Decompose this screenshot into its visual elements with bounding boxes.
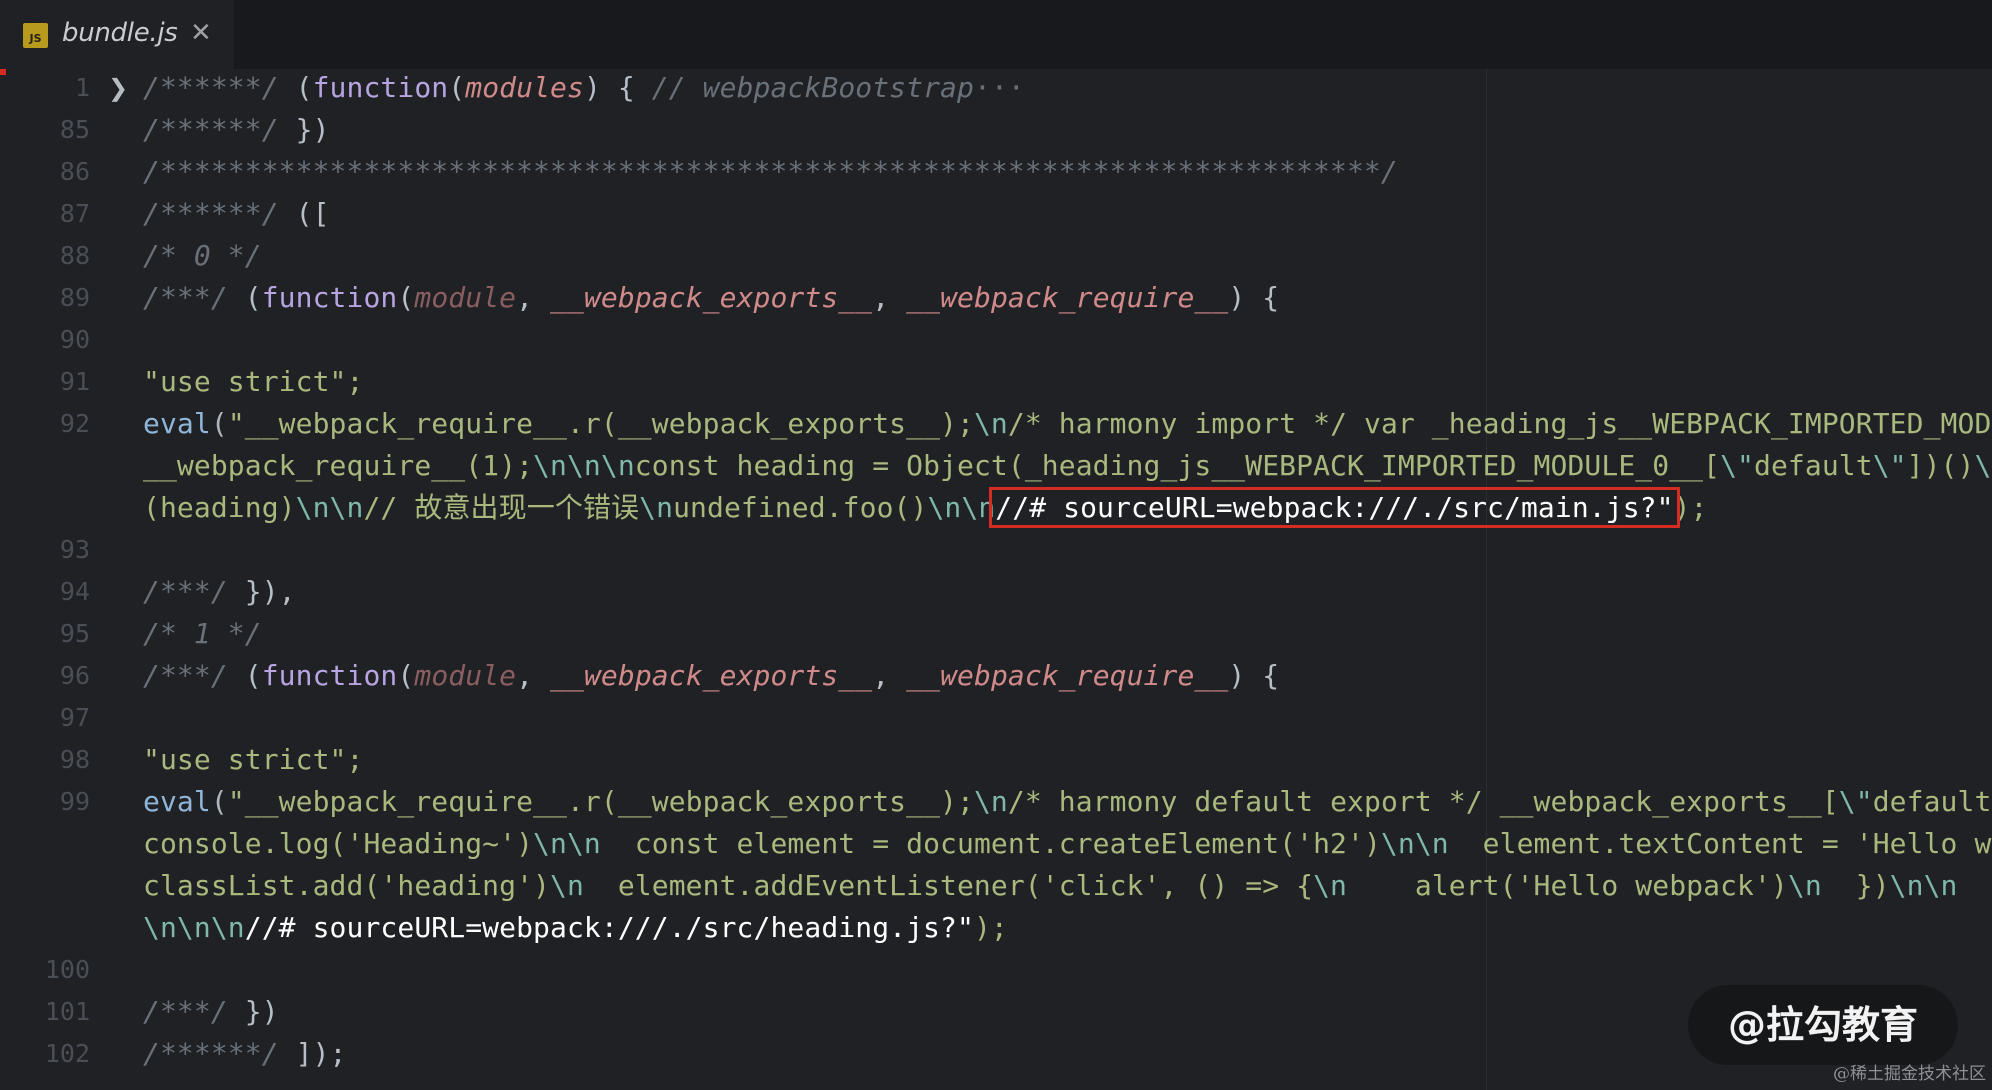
code-text: "use strict"; <box>143 743 364 776</box>
code-text: /***/ (function(module, __webpack_export… <box>143 281 1280 314</box>
line-number: 85 <box>59 115 90 144</box>
watermark-credit: @稀土掘金技术社区 <box>1833 1064 1986 1084</box>
code-line: 87 /******/ ([ <box>0 193 1992 235</box>
line-number: 93 <box>59 535 90 564</box>
code-text: /* 0 */ <box>143 239 262 272</box>
code-text: eval("__webpack_require__.r(__webpack_ex… <box>143 785 1992 818</box>
tab-bar: JS bundle.js ✕ <box>0 0 1992 69</box>
tab-bundle-js[interactable]: JS bundle.js ✕ <box>0 0 234 69</box>
code-text: /******/ (function(modules) { // webpack… <box>143 71 1025 104</box>
code-line: 88 /* 0 */ <box>0 235 1992 277</box>
tab-title: bundle.js <box>62 18 178 48</box>
code-line: 95 /* 1 */ <box>0 613 1992 655</box>
line-number: 95 <box>59 619 90 648</box>
line-number: 91 <box>59 367 90 396</box>
chevron-right-icon[interactable]: ❯ <box>108 75 128 101</box>
code-editor[interactable]: 1 ❯ /******/ (function(modules) { // webpa… <box>0 69 1992 1090</box>
highlight-box-heading-sourceurl <box>0 69 6 75</box>
code-text: eval("__webpack_require__.r(__webpack_ex… <box>143 407 1992 440</box>
line-number: 88 <box>59 241 90 270</box>
code-text: /***/ (function(module, __webpack_export… <box>143 659 1280 692</box>
code-text: classList.add('heading')\n element.addEv… <box>143 869 1992 902</box>
code-text: /* 1 */ <box>143 617 262 650</box>
watermark-brand: @拉勾教育 <box>1688 985 1958 1065</box>
line-number: 87 <box>59 199 90 228</box>
code-line: 96 /***/ (function(module, __webpack_expo… <box>0 655 1992 697</box>
javascript-file-icon: JS <box>23 23 48 48</box>
code-line: 97 <box>0 697 1992 739</box>
line-number: 94 <box>59 577 90 606</box>
close-icon[interactable]: ✕ <box>190 18 212 48</box>
line-number: 1 <box>74 73 90 102</box>
code-text: \n\n\n//# sourceURL=webpack:///./src/hea… <box>143 911 1008 944</box>
code-text: /***************************************… <box>143 155 1398 188</box>
code-line: classList.add('heading')\n element.addEv… <box>0 865 1992 907</box>
code-text: /***/ }) <box>143 995 279 1028</box>
code-line: console.log('Heading~')\n\n const elemen… <box>0 823 1992 865</box>
code-line: 99 eval("__webpack_require__.r(__webpack_… <box>0 781 1992 823</box>
line-number: 89 <box>59 283 90 312</box>
code-text: /***/ }), <box>143 575 296 608</box>
code-line: __webpack_require__(1);\n\n\nconst headi… <box>0 445 1992 487</box>
line-number: 99 <box>59 787 90 816</box>
code-line: 1 ❯ /******/ (function(modules) { // webpa… <box>0 69 1992 109</box>
code-line: 86 /*************************************… <box>0 151 1992 193</box>
code-line: 93 <box>0 529 1992 571</box>
code-line: 100 <box>0 949 1992 991</box>
code-line: 89 /***/ (function(module, __webpack_expo… <box>0 277 1992 319</box>
code-line: 91 "use strict"; <box>0 361 1992 403</box>
line-number: 100 <box>44 955 90 984</box>
line-number: 97 <box>59 703 90 732</box>
highlight-box-main-sourceurl <box>989 487 1680 528</box>
code-line: 92 eval("__webpack_require__.r(__webpack_… <box>0 403 1992 445</box>
line-number: 96 <box>59 661 90 690</box>
code-text: /******/ ]); <box>143 1037 347 1070</box>
code-text: /******/ ([ <box>143 197 330 230</box>
code-text: console.log('Heading~')\n\n const elemen… <box>143 827 1992 860</box>
line-number: 92 <box>59 409 90 438</box>
line-number: 90 <box>59 325 90 354</box>
line-number: 98 <box>59 745 90 774</box>
code-line: 90 <box>0 319 1992 361</box>
code-text: /******/ }) <box>143 113 330 146</box>
line-number: 86 <box>59 157 90 186</box>
code-line: 98 "use strict"; <box>0 739 1992 781</box>
code-line: 94 /***/ }), <box>0 571 1992 613</box>
line-number: 101 <box>44 997 90 1026</box>
line-number: 102 <box>44 1039 90 1068</box>
code-line: 85 /******/ }) <box>0 109 1992 151</box>
code-text: __webpack_require__(1);\n\n\nconst headi… <box>143 449 1992 482</box>
code-line: \n\n\n//# sourceURL=webpack:///./src/hea… <box>0 907 1992 949</box>
code-text: "use strict"; <box>143 365 364 398</box>
